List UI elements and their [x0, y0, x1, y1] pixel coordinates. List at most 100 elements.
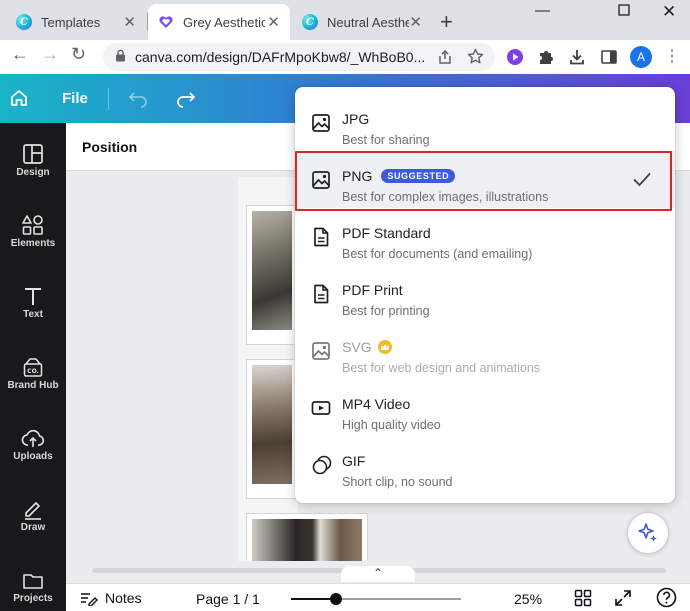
layout-icon [22, 137, 44, 165]
document-icon [311, 227, 331, 247]
close-tab-icon[interactable]: ✕ [409, 13, 422, 31]
redo-icon[interactable] [174, 88, 196, 113]
maximize-window-icon[interactable] [618, 3, 630, 20]
zoom-percentage[interactable]: 25% [514, 591, 542, 607]
suggested-badge: SUGGESTED [381, 169, 456, 183]
cloud-upload-icon [21, 421, 45, 449]
sidebar-item-design[interactable]: Design [0, 137, 66, 197]
back-arrow-icon[interactable]: ← [11, 44, 29, 65]
extensions-puzzle-icon[interactable] [537, 48, 555, 71]
format-name: PDF Print [342, 282, 403, 298]
position-button[interactable]: Position [82, 139, 137, 155]
text-icon [23, 279, 43, 307]
format-option-svg[interactable]: SVG Best for web design and animations [295, 322, 675, 379]
reload-icon[interactable]: ↻ [71, 44, 86, 65]
browser-menu-icon[interactable]: ⋮ [664, 46, 680, 66]
tab-title: Neutral Aesthe [327, 14, 409, 30]
notes-pencil-icon [81, 593, 98, 606]
format-name: SVG [342, 339, 372, 355]
browser-tab-neutral-aesthetic[interactable]: C Neutral Aesthe ✕ [292, 4, 432, 40]
fullscreen-icon[interactable] [614, 589, 632, 610]
format-name: JPG [342, 111, 370, 127]
browser-tab-templates[interactable]: C Templates ✕ [6, 4, 146, 40]
premium-crown-icon [377, 340, 392, 354]
heart-logo-icon [158, 14, 174, 30]
format-description: Best for documents (and emailing) [342, 247, 533, 261]
sparkle-icon [638, 523, 657, 542]
tab-title: Templates [41, 14, 101, 30]
photo-frame[interactable] [246, 513, 368, 563]
image-icon [311, 113, 331, 133]
format-name: MP4 Video [342, 396, 411, 412]
download-format-menu: JPG Best for sharing PNG SUGGESTED Best … [295, 87, 675, 503]
photo-image [252, 365, 292, 484]
new-tab-button[interactable]: + [440, 9, 453, 35]
url-text: canva.com/design/DAFrMpoKbw8/_WhBoB0... [135, 49, 426, 65]
notes-button[interactable]: Notes [80, 590, 142, 606]
canva-logo-icon: C [16, 14, 32, 30]
canva-logo-icon: C [302, 14, 318, 30]
bookmark-star-icon[interactable] [467, 48, 484, 70]
browser-tab-grey-aesthetic[interactable]: Grey Aesthetic ✕ [148, 4, 290, 40]
checkmark-icon [632, 171, 652, 192]
zoom-slider[interactable] [291, 593, 461, 605]
sidebar-item-elements[interactable]: Elements [0, 208, 66, 268]
folder-icon [22, 563, 44, 591]
format-description: Short clip, no sound [342, 475, 453, 489]
grid-view-icon[interactable] [574, 589, 592, 610]
format-name: PNG [342, 168, 373, 184]
forward-arrow-icon[interactable]: → [41, 44, 59, 65]
magic-assistant-button[interactable] [627, 512, 669, 554]
tab-title: Grey Aesthetic [183, 14, 265, 30]
lock-icon [115, 49, 126, 65]
page-indicator[interactable]: Page 1 / 1 [196, 591, 260, 607]
photo-frame[interactable] [246, 205, 298, 345]
sidebar-item-projects[interactable]: Projects [0, 563, 66, 611]
design-page[interactable] [238, 177, 368, 563]
file-menu-button[interactable]: File [62, 90, 88, 107]
download-icon[interactable] [568, 48, 586, 71]
close-window-icon[interactable]: ✕ [662, 2, 676, 22]
photo-image [252, 211, 292, 330]
profile-avatar[interactable]: A [630, 46, 652, 68]
sidebar-item-text[interactable]: Text [0, 279, 66, 339]
share-icon[interactable] [437, 49, 453, 70]
close-tab-icon[interactable]: ✕ [123, 13, 136, 31]
help-icon[interactable] [656, 587, 677, 611]
gif-icon [311, 455, 332, 475]
zoom-slider-thumb[interactable] [330, 593, 342, 605]
format-description: Best for printing [342, 304, 430, 318]
photo-frame[interactable] [246, 359, 298, 499]
document-icon [311, 284, 331, 304]
side-panel-icon[interactable] [600, 48, 618, 71]
format-option-jpg[interactable]: JPG Best for sharing [295, 94, 675, 151]
sidebar-item-uploads[interactable]: Uploads [0, 421, 66, 481]
close-tab-icon[interactable]: ✕ [267, 13, 280, 31]
format-option-pdf-print[interactable]: PDF Print Best for printing [295, 265, 675, 322]
video-icon [311, 398, 331, 418]
format-option-pdf-standard[interactable]: PDF Standard Best for documents (and ema… [295, 208, 675, 265]
brand-icon: CO. [22, 350, 44, 378]
pen-icon [22, 492, 44, 520]
canva-sidebar: Design Elements Text CO. Brand Hub Uploa… [0, 123, 66, 611]
undo-icon[interactable] [128, 88, 150, 113]
format-description: Best for sharing [342, 133, 430, 147]
editor-footer: Notes Page 1 / 1 25% [66, 583, 690, 611]
svg-text:CO.: CO. [27, 368, 39, 375]
photo-image [252, 519, 362, 562]
minimize-window-icon[interactable]: — [535, 2, 550, 19]
show-pages-chevron-up-icon[interactable]: ⌃ [341, 566, 415, 582]
format-description: Best for complex images, illustrations [342, 190, 549, 204]
format-option-mp4-video[interactable]: MP4 Video High quality video [295, 379, 675, 436]
browser-toolbar: ← → ↻ canva.com/design/DAFrMpoKbw8/_WhBo… [0, 40, 690, 74]
format-description: High quality video [342, 418, 441, 432]
format-option-png[interactable]: PNG SUGGESTED Best for complex images, i… [295, 151, 675, 208]
browser-tab-strip: C Templates ✕ Grey Aesthetic ✕ C Neutral… [0, 0, 690, 40]
sidebar-item-draw[interactable]: Draw [0, 492, 66, 552]
sidebar-item-brand-hub[interactable]: CO. Brand Hub [0, 350, 66, 410]
image-icon [311, 170, 331, 190]
media-extension-icon[interactable] [506, 48, 524, 71]
image-icon [311, 341, 331, 361]
home-icon[interactable] [9, 88, 29, 113]
format-option-gif[interactable]: GIF Short clip, no sound [295, 436, 675, 493]
